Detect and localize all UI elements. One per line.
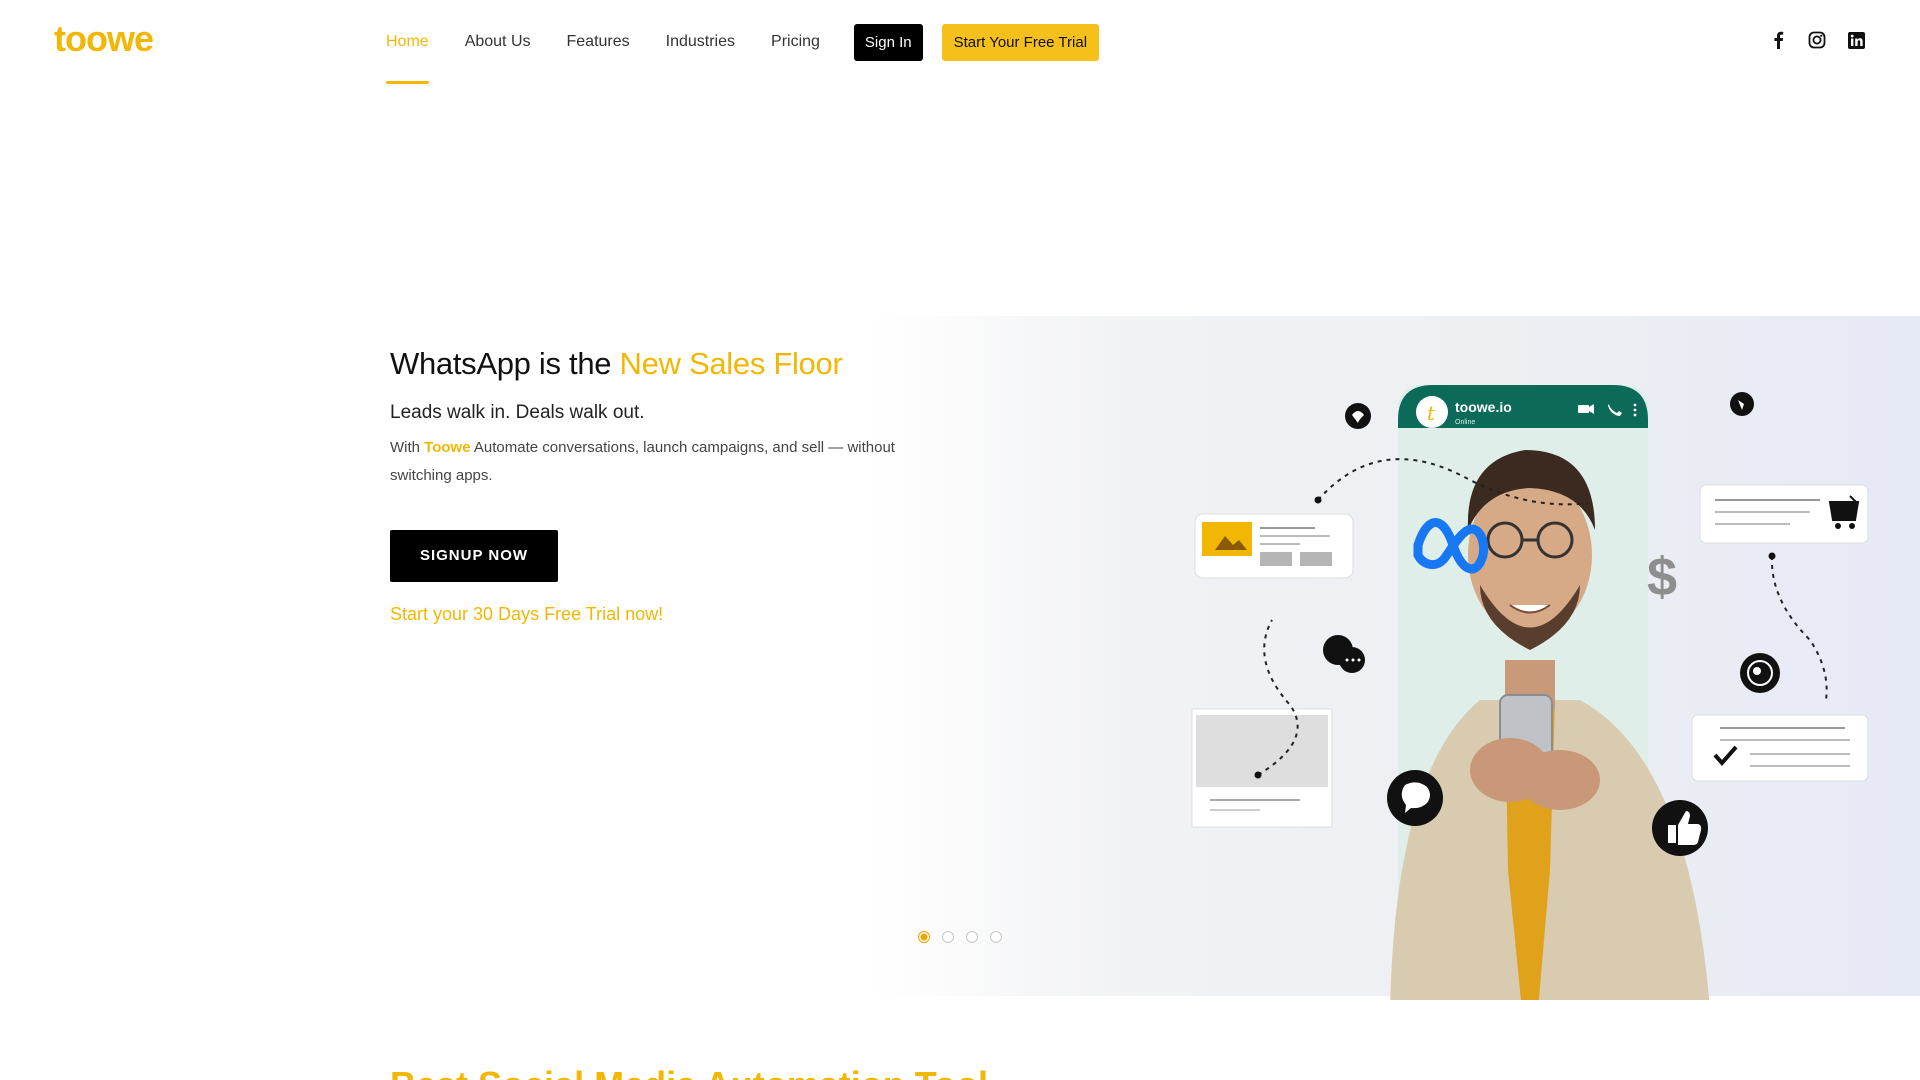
next-section-heading: Best Social Media Automation Tool bbox=[390, 1064, 988, 1080]
profile-circle-icon bbox=[1740, 653, 1780, 693]
cart-card bbox=[1699, 484, 1869, 544]
svg-text:toowe: toowe bbox=[54, 22, 153, 58]
facebook-icon[interactable] bbox=[1768, 30, 1788, 50]
hero-description: With Toowe Automate conversations, launc… bbox=[390, 434, 950, 490]
toowe-logo[interactable]: toowe bbox=[54, 22, 184, 58]
carousel-dot-3[interactable] bbox=[966, 931, 978, 943]
carousel-dots bbox=[918, 931, 1014, 943]
carousel-dot-2[interactable] bbox=[942, 931, 954, 943]
chat-status: Online bbox=[1455, 419, 1475, 426]
thumbs-up-icon bbox=[1652, 800, 1708, 856]
start-free-trial-button[interactable]: Start Your Free Trial bbox=[941, 23, 1100, 61]
linkedin-icon[interactable] bbox=[1846, 30, 1866, 50]
carousel-dot-4[interactable] bbox=[990, 931, 1002, 943]
checklist-card bbox=[1691, 714, 1869, 782]
hero-title-accent: New Sales Floor bbox=[619, 346, 843, 381]
free-trial-link[interactable]: Start your 30 Days Free Trial now! bbox=[390, 604, 950, 625]
carousel-dot-1[interactable] bbox=[918, 931, 930, 943]
hero-desc-prefix: With bbox=[390, 439, 425, 456]
nav-home[interactable]: Home bbox=[386, 0, 429, 84]
hero-content: WhatsApp is the New Sales Floor Leads wa… bbox=[390, 346, 950, 625]
image-card bbox=[1191, 708, 1333, 828]
site-header: toowe Home About Us Features Industries … bbox=[0, 0, 1920, 84]
dollar-icon: $ bbox=[1647, 547, 1677, 607]
sign-in-button[interactable]: Sign In bbox=[853, 23, 923, 61]
nav-features[interactable]: Features bbox=[567, 0, 630, 84]
nav-pricing[interactable]: Pricing bbox=[771, 0, 820, 84]
chat-bubble-icon bbox=[1387, 770, 1443, 826]
hero-illustration: t toowe.io Online $ bbox=[1191, 385, 1869, 1000]
speech-bubbles-icon bbox=[1323, 635, 1365, 673]
social-links bbox=[1749, 30, 1866, 50]
heart-chat-icon bbox=[1345, 403, 1371, 429]
main-nav: Home About Us Features Industries Pricin… bbox=[386, 0, 1100, 84]
chat-name: toowe.io bbox=[1455, 399, 1512, 415]
nav-about-us[interactable]: About Us bbox=[465, 0, 531, 84]
instagram-icon[interactable] bbox=[1807, 30, 1827, 50]
svg-text:t: t bbox=[1427, 401, 1436, 425]
hero-desc-brand: Toowe bbox=[424, 439, 471, 456]
hero-title: WhatsApp is the New Sales Floor bbox=[390, 346, 950, 382]
hand-point-icon bbox=[1730, 392, 1754, 416]
hero-subtitle: Leads walk in. Deals walk out. bbox=[390, 402, 645, 423]
signup-now-button[interactable]: SIGNUP NOW bbox=[390, 530, 558, 582]
nav-industries[interactable]: Industries bbox=[666, 0, 735, 84]
hero-title-main: WhatsApp is the bbox=[390, 346, 620, 381]
product-card bbox=[1194, 513, 1354, 579]
